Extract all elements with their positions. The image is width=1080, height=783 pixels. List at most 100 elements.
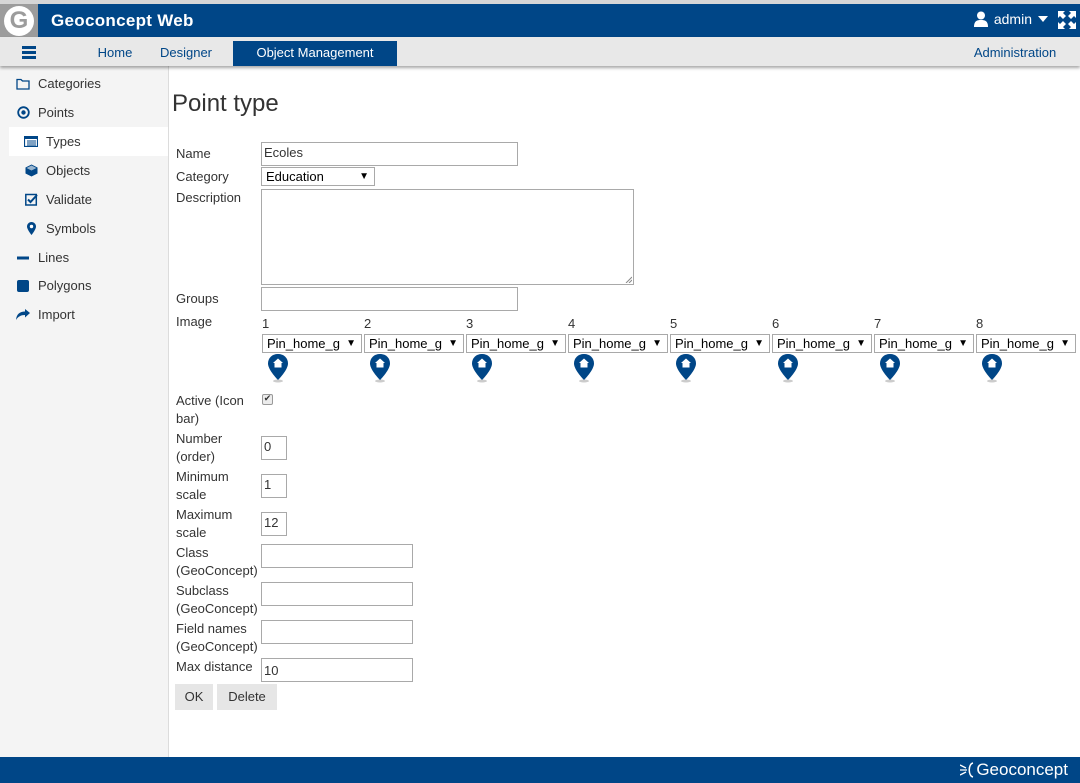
groups-input[interactable]: [261, 287, 518, 311]
max-scale-input[interactable]: 12: [261, 512, 287, 536]
number-input[interactable]: 0: [261, 436, 287, 460]
active-label: Active (Icon bar): [176, 393, 244, 426]
description-label: Description: [176, 190, 242, 205]
footer-brand: Geoconcept: [960, 760, 1068, 780]
resize-handle-icon[interactable]: [625, 276, 632, 283]
sidebar-item-label: Categories: [38, 76, 101, 91]
tab-designer[interactable]: Designer: [140, 41, 232, 66]
image-select-7[interactable]: Pin_home_g ▼: [874, 334, 974, 353]
image-selected-value: Pin_home_g: [471, 336, 544, 351]
subclass-input[interactable]: [261, 582, 413, 606]
app-header: G Geoconcept Web admin: [0, 4, 1080, 37]
sidebar-item-label: Lines: [38, 250, 70, 265]
ok-button[interactable]: OK: [175, 684, 213, 710]
dropdown-arrow-icon: ▼: [359, 171, 369, 182]
image-selected-value: Pin_home_g: [777, 336, 850, 351]
hamburger-menu-icon[interactable]: [22, 46, 36, 59]
image-select-3[interactable]: Pin_home_g ▼: [466, 334, 566, 353]
image-select-6[interactable]: Pin_home_g ▼: [772, 334, 872, 353]
geoconcept-logo-icon: [960, 762, 974, 778]
image-selected-value: Pin_home_g: [573, 336, 646, 351]
sidebar-item-label: Points: [38, 105, 75, 120]
dot-circle-icon: [16, 106, 30, 120]
sidebar-item-label: Polygons: [38, 278, 92, 293]
name-input[interactable]: Ecoles: [261, 142, 518, 166]
sidebar: Categories Points Types Objects Validate…: [0, 66, 169, 757]
tab-object-management[interactable]: Object Management: [233, 41, 397, 66]
groups-label: Groups: [176, 291, 219, 306]
fieldnames-input[interactable]: [261, 620, 413, 644]
cube-icon: [24, 164, 38, 178]
sidebar-item-label: Objects: [46, 163, 91, 178]
dropdown-arrow-icon: ▼: [346, 338, 356, 349]
maxdist-input[interactable]: 10: [261, 658, 413, 682]
image-select-4[interactable]: Pin_home_g ▼: [568, 334, 668, 353]
pin-home-icon: [676, 354, 696, 383]
sidebar-item-polygons[interactable]: Polygons: [0, 271, 168, 300]
sidebar-item-lines[interactable]: Lines: [0, 243, 168, 272]
image-selected-value: Pin_home_g: [981, 336, 1054, 351]
sidebar-item-categories[interactable]: Categories: [0, 69, 168, 98]
sidebar-item-symbols[interactable]: Symbols: [0, 214, 168, 243]
main-navbar: Home Designer Object Management Administ…: [0, 37, 1080, 66]
minus-icon: [16, 251, 30, 265]
image-selected-value: Pin_home_g: [369, 336, 442, 351]
page-title: Point type: [172, 90, 279, 117]
app-title: Geoconcept Web: [51, 11, 194, 30]
min-scale-label: Minimum scale: [176, 469, 229, 502]
image-select-8[interactable]: Pin_home_g ▼: [976, 334, 1076, 353]
pin-home-icon: [778, 354, 798, 383]
image-index: 4: [568, 316, 576, 331]
dropdown-arrow-icon: ▼: [448, 338, 458, 349]
image-index: 5: [670, 316, 678, 331]
user-name: admin: [993, 11, 1032, 27]
pin-home-icon: [472, 354, 492, 383]
tab-administration[interactable]: Administration: [960, 41, 1070, 66]
sidebar-item-objects[interactable]: Objects: [0, 156, 168, 185]
pin-home-icon: [982, 354, 1002, 383]
sidebar-item-import[interactable]: Import: [0, 300, 168, 329]
fieldnames-label: Field names (GeoConcept): [176, 621, 258, 654]
dropdown-arrow-icon: ▼: [652, 338, 662, 349]
footer-brand-text: Geoconcept: [976, 760, 1068, 779]
sidebar-item-types[interactable]: Types: [9, 127, 168, 156]
image-index: 1: [262, 316, 270, 331]
share-icon: [16, 308, 30, 322]
image-select-2[interactable]: Pin_home_g ▼: [364, 334, 464, 353]
dropdown-arrow-icon: ▼: [754, 338, 764, 349]
name-label: Name: [176, 146, 211, 161]
min-scale-input[interactable]: 1: [261, 474, 287, 498]
active-checkbox[interactable]: ✔: [262, 394, 273, 405]
description-textarea[interactable]: [261, 189, 634, 285]
sidebar-item-label: Import: [38, 307, 75, 322]
sidebar-item-label: Validate: [46, 192, 93, 207]
pin-home-icon: [880, 354, 900, 383]
number-label: Number (order): [176, 431, 223, 464]
delete-button[interactable]: Delete: [217, 684, 277, 710]
category-select[interactable]: Education ▼: [261, 167, 375, 186]
pin-home-icon: [268, 354, 288, 383]
class-input[interactable]: [261, 544, 413, 568]
image-index: 6: [772, 316, 780, 331]
max-scale-label: Maximum scale: [176, 507, 233, 540]
list-icon: [24, 135, 38, 149]
pin-home-icon: [370, 354, 390, 383]
image-label: Image: [176, 314, 213, 329]
image-select-1[interactable]: Pin_home_g ▼: [262, 334, 362, 353]
caret-down-icon: [1038, 16, 1048, 22]
sidebar-item-label: Symbols: [46, 221, 96, 236]
footer: Geoconcept: [0, 757, 1080, 783]
sidebar-item-validate[interactable]: Validate: [0, 185, 168, 214]
dropdown-arrow-icon: ▼: [856, 338, 866, 349]
image-index: 2: [364, 316, 372, 331]
dropdown-arrow-icon: ▼: [958, 338, 968, 349]
sidebar-item-points[interactable]: Points: [0, 98, 168, 127]
app-logo[interactable]: G: [0, 4, 38, 37]
folder-icon: [16, 77, 30, 91]
pin-home-icon: [574, 354, 594, 383]
user-menu[interactable]: admin: [973, 11, 1048, 27]
square-icon: [16, 279, 30, 293]
fullscreen-icon[interactable]: [1058, 11, 1076, 29]
image-select-5[interactable]: Pin_home_g ▼: [670, 334, 770, 353]
class-label: Class (GeoConcept): [176, 545, 258, 578]
